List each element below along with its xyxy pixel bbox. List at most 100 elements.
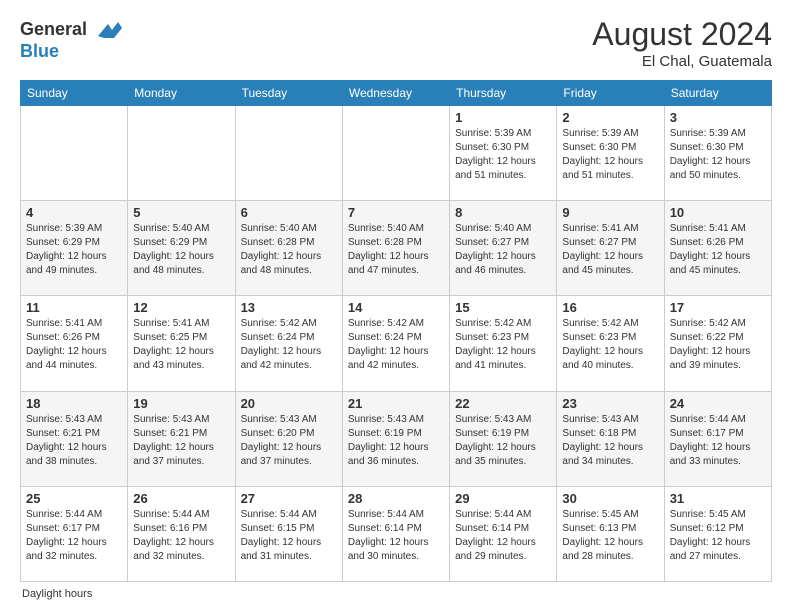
calendar-cell: 22 Sunrise: 5:43 AM Sunset: 6:19 PM Dayli…: [450, 391, 557, 486]
col-friday: Friday: [557, 81, 664, 106]
day-number: 24: [670, 396, 766, 411]
calendar-cell: 24 Sunrise: 5:44 AM Sunset: 6:17 PM Dayli…: [664, 391, 771, 486]
col-tuesday: Tuesday: [235, 81, 342, 106]
day-info: Sunrise: 5:44 AM Sunset: 6:14 PM Dayligh…: [348, 508, 444, 564]
day-info: Sunrise: 5:44 AM Sunset: 6:16 PM Dayligh…: [133, 508, 229, 564]
calendar-cell: 17 Sunrise: 5:42 AM Sunset: 6:22 PM Dayli…: [664, 296, 771, 391]
day-number: 12: [133, 300, 229, 315]
col-wednesday: Wednesday: [342, 81, 449, 106]
col-thursday: Thursday: [450, 81, 557, 106]
day-number: 27: [241, 491, 337, 506]
calendar-cell: 2Sunrise: 5:39 AM Sunset: 6:30 PM Daylig…: [557, 106, 664, 201]
calendar-cell: 28 Sunrise: 5:44 AM Sunset: 6:14 PM Dayli…: [342, 486, 449, 581]
day-info: Sunrise: 5:44 AM Sunset: 6:17 PM Dayligh…: [26, 508, 122, 564]
calendar-cell: 1 Sunrise: 5:39 AM Sunset: 6:30 PM Daylig…: [450, 106, 557, 201]
calendar-cell: [21, 106, 128, 201]
calendar-cell: 7 Sunrise: 5:40 AM Sunset: 6:28 PM Daylig…: [342, 201, 449, 296]
calendar-cell: 27 Sunrise: 5:44 AM Sunset: 6:15 PM Dayli…: [235, 486, 342, 581]
day-number: 14: [348, 300, 444, 315]
day-info: Sunrise: 5:41 AM Sunset: 6:26 PM Dayligh…: [670, 222, 766, 278]
calendar-week-2: 4Sunrise: 5:39 AM Sunset: 6:29 PM Daylig…: [21, 201, 772, 296]
calendar-cell: 20Sunrise: 5:43 AM Sunset: 6:20 PM Dayli…: [235, 391, 342, 486]
day-number: 13: [241, 300, 337, 315]
header: General Blue August 2024 El Chal, Guatem…: [20, 16, 772, 70]
day-info: Sunrise: 5:44 AM Sunset: 6:17 PM Dayligh…: [670, 413, 766, 469]
logo-line1: General: [20, 16, 122, 44]
calendar-cell: 5 Sunrise: 5:40 AM Sunset: 6:29 PM Daylig…: [128, 201, 235, 296]
calendar-cell: 6 Sunrise: 5:40 AM Sunset: 6:28 PM Daylig…: [235, 201, 342, 296]
day-number: 5: [133, 205, 229, 220]
day-info: Sunrise: 5:40 AM Sunset: 6:28 PM Dayligh…: [348, 222, 444, 278]
logo-bird-icon: [94, 16, 122, 44]
col-monday: Monday: [128, 81, 235, 106]
day-number: 18: [26, 396, 122, 411]
calendar-table: Sunday Monday Tuesday Wednesday Thursday…: [20, 80, 772, 582]
day-number: 1: [455, 110, 551, 125]
day-number: 17: [670, 300, 766, 315]
calendar-cell: [342, 106, 449, 201]
day-info: Sunrise: 5:42 AM Sunset: 6:24 PM Dayligh…: [241, 317, 337, 373]
day-number: 15: [455, 300, 551, 315]
day-info: Sunrise: 5:40 AM Sunset: 6:29 PM Dayligh…: [133, 222, 229, 278]
day-info: Sunrise: 5:43 AM Sunset: 6:19 PM Dayligh…: [455, 413, 551, 469]
calendar-cell: 16Sunrise: 5:42 AM Sunset: 6:23 PM Dayli…: [557, 296, 664, 391]
day-info: Sunrise: 5:42 AM Sunset: 6:24 PM Dayligh…: [348, 317, 444, 373]
calendar-week-1: 1 Sunrise: 5:39 AM Sunset: 6:30 PM Daylig…: [21, 106, 772, 201]
day-number: 10: [670, 205, 766, 220]
day-info: Sunrise: 5:41 AM Sunset: 6:25 PM Dayligh…: [133, 317, 229, 373]
calendar-cell: 30 Sunrise: 5:45 AM Sunset: 6:13 PM Dayli…: [557, 486, 664, 581]
calendar-week-3: 11Sunrise: 5:41 AM Sunset: 6:26 PM Dayli…: [21, 296, 772, 391]
day-info: Sunrise: 5:45 AM Sunset: 6:13 PM Dayligh…: [562, 508, 658, 564]
day-info: Sunrise: 5:44 AM Sunset: 6:14 PM Dayligh…: [455, 508, 551, 564]
day-info: Sunrise: 5:43 AM Sunset: 6:18 PM Dayligh…: [562, 413, 658, 469]
day-info: Sunrise: 5:40 AM Sunset: 6:27 PM Dayligh…: [455, 222, 551, 278]
calendar-cell: 11Sunrise: 5:41 AM Sunset: 6:26 PM Dayli…: [21, 296, 128, 391]
day-number: 23: [562, 396, 658, 411]
calendar-cell: 31Sunrise: 5:45 AM Sunset: 6:12 PM Dayli…: [664, 486, 771, 581]
calendar-cell: 8 Sunrise: 5:40 AM Sunset: 6:27 PM Daylig…: [450, 201, 557, 296]
day-info: Sunrise: 5:41 AM Sunset: 6:26 PM Dayligh…: [26, 317, 122, 373]
calendar-week-4: 18 Sunrise: 5:43 AM Sunset: 6:21 PM Dayli…: [21, 391, 772, 486]
calendar-cell: 25 Sunrise: 5:44 AM Sunset: 6:17 PM Dayli…: [21, 486, 128, 581]
day-number: 4: [26, 205, 122, 220]
day-info: Sunrise: 5:43 AM Sunset: 6:21 PM Dayligh…: [26, 413, 122, 469]
day-number: 7: [348, 205, 444, 220]
calendar-cell: 10 Sunrise: 5:41 AM Sunset: 6:26 PM Dayli…: [664, 201, 771, 296]
day-info: Sunrise: 5:42 AM Sunset: 6:23 PM Dayligh…: [455, 317, 551, 373]
day-number: 28: [348, 491, 444, 506]
calendar-header-row: Sunday Monday Tuesday Wednesday Thursday…: [21, 81, 772, 106]
day-number: 16: [562, 300, 658, 315]
calendar-cell: 18 Sunrise: 5:43 AM Sunset: 6:21 PM Dayli…: [21, 391, 128, 486]
day-info: Sunrise: 5:39 AM Sunset: 6:30 PM Dayligh…: [455, 127, 551, 183]
calendar-cell: 12 Sunrise: 5:41 AM Sunset: 6:25 PM Dayli…: [128, 296, 235, 391]
day-number: 9: [562, 205, 658, 220]
day-number: 25: [26, 491, 122, 506]
day-number: 8: [455, 205, 551, 220]
day-number: 30: [562, 491, 658, 506]
calendar-cell: 23 Sunrise: 5:43 AM Sunset: 6:18 PM Dayli…: [557, 391, 664, 486]
footer-note: Daylight hours: [20, 588, 772, 600]
day-info: Sunrise: 5:40 AM Sunset: 6:28 PM Dayligh…: [241, 222, 337, 278]
month-year: August 2024: [592, 16, 772, 53]
day-number: 31: [670, 491, 766, 506]
calendar-cell: 15 Sunrise: 5:42 AM Sunset: 6:23 PM Dayli…: [450, 296, 557, 391]
day-number: 6: [241, 205, 337, 220]
calendar-cell: 26 Sunrise: 5:44 AM Sunset: 6:16 PM Dayli…: [128, 486, 235, 581]
day-number: 19: [133, 396, 229, 411]
calendar-cell: [128, 106, 235, 201]
calendar-cell: 9 Sunrise: 5:41 AM Sunset: 6:27 PM Daylig…: [557, 201, 664, 296]
day-info: Sunrise: 5:43 AM Sunset: 6:19 PM Dayligh…: [348, 413, 444, 469]
logo-line2: Blue: [20, 42, 122, 62]
day-info: Sunrise: 5:39 AM Sunset: 6:30 PM Dayligh…: [670, 127, 766, 183]
day-info: Sunrise: 5:41 AM Sunset: 6:27 PM Dayligh…: [562, 222, 658, 278]
logo: General Blue: [20, 16, 122, 62]
day-info: Sunrise: 5:42 AM Sunset: 6:22 PM Dayligh…: [670, 317, 766, 373]
day-number: 22: [455, 396, 551, 411]
day-number: 26: [133, 491, 229, 506]
day-number: 3: [670, 110, 766, 125]
col-saturday: Saturday: [664, 81, 771, 106]
calendar-cell: 29Sunrise: 5:44 AM Sunset: 6:14 PM Dayli…: [450, 486, 557, 581]
calendar-cell: 14 Sunrise: 5:42 AM Sunset: 6:24 PM Dayli…: [342, 296, 449, 391]
day-number: 2: [562, 110, 658, 125]
day-info: Sunrise: 5:44 AM Sunset: 6:15 PM Dayligh…: [241, 508, 337, 564]
